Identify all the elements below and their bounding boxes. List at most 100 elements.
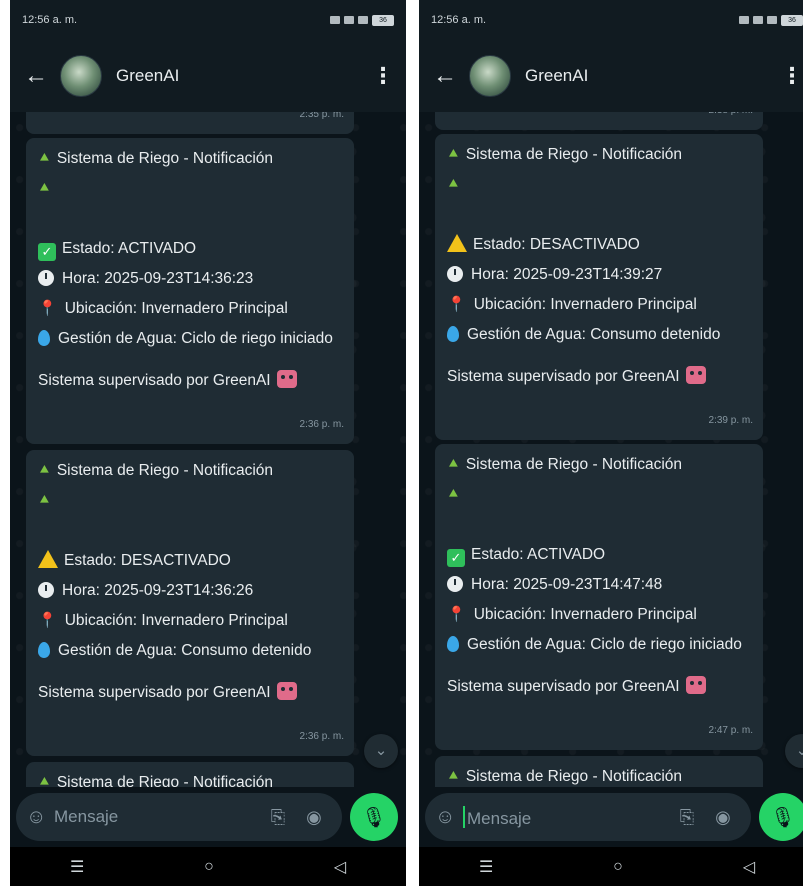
- message-location: 📍 Ubicación: Invernadero Principal: [447, 606, 697, 623]
- paperclip-icon[interactable]: ⎘: [669, 807, 705, 828]
- message-bubble[interactable]: ⯅ Sistema de Riego - Notificación ⯅ Estad…: [26, 450, 354, 756]
- mic-icon: 🎙: [770, 806, 796, 829]
- chevrons-down-icon: ⌄: [795, 742, 803, 759]
- clock-icon: [38, 270, 54, 286]
- notification-icon: [330, 16, 340, 24]
- message-time: 2:47 p. m.: [708, 725, 753, 736]
- sticker-icon[interactable]: ☺: [26, 806, 54, 829]
- plant-icon: ⯅: [38, 774, 51, 787]
- message-title: ⯅ Sistema de Riego - Notificación: [447, 146, 683, 163]
- chat-header: ← GreenAI ⋮: [419, 40, 803, 112]
- message-hour: Hora: 2025-09-23T14:47:48: [447, 570, 751, 600]
- message-title: ⯅ Sistema de Riego - Notificación: [38, 462, 274, 479]
- chevrons-down-icon: ⌄: [374, 742, 388, 759]
- status-bar: 12:56 a. m. 36: [10, 0, 406, 40]
- message-location: 📍 Ubicación: Invernadero Principal: [38, 612, 288, 629]
- message-input-bar: ☺ Mensaje ⎘ ◉: [425, 793, 751, 841]
- scroll-to-bottom-button[interactable]: ⌄: [364, 734, 398, 768]
- message-bubble[interactable]: ⯅ Sistema de Riego - Notificación ⯅ Estad…: [435, 134, 763, 440]
- message-title: ⯅ Sistema de Riego - Notificación: [38, 768, 342, 787]
- plant-icon: ⯅: [447, 146, 460, 163]
- pin-icon: 📍: [38, 300, 57, 317]
- message-water: Gestión de Agua: Ciclo de riego iniciado: [38, 326, 342, 351]
- contact-avatar[interactable]: [469, 55, 511, 97]
- plant-icon: ⯅: [447, 768, 460, 785]
- warning-icon: [38, 550, 58, 568]
- back-nav-icon[interactable]: ◁: [334, 857, 346, 877]
- composer: ☺ Mensaje ⎘ ◉ 🎙: [419, 787, 803, 847]
- pin-icon: 📍: [38, 612, 57, 629]
- message-title: ⯅ Sistema de Riego - Notificación: [38, 150, 274, 167]
- clock-icon: [38, 582, 54, 598]
- status-time: 12:56 a. m.: [431, 14, 487, 26]
- robot-icon: [276, 370, 297, 388]
- contact-name[interactable]: GreenAI: [116, 66, 372, 86]
- recents-nav-icon[interactable]: ☰: [479, 857, 493, 877]
- robot-icon: [685, 366, 706, 384]
- status-icons: 36: [330, 14, 394, 26]
- plant-icon: ⯅: [38, 492, 51, 509]
- composer: ☺ Mensaje ⎘ ◉ 🎙: [10, 787, 406, 847]
- message-input[interactable]: Mensaje: [54, 807, 260, 827]
- message-footer: Sistema supervisado por GreenAI: [447, 672, 751, 702]
- phone-screen-right: 12:56 a. m. 36 ← GreenAI ⋮ 2:38 p. m. ⯅S…: [419, 0, 803, 886]
- text-cursor: [463, 805, 465, 828]
- water-drop-icon: [38, 330, 50, 346]
- message-time: 2:38 p. m.: [709, 112, 753, 126]
- message-bubble[interactable]: ⯅ Sistema de Riego - Notificación ⯅ ✓ Esta…: [26, 138, 354, 444]
- chat-area[interactable]: 2:35 p. m. ⯅ Sistema de Riego - Notificac…: [10, 112, 406, 787]
- recents-nav-icon[interactable]: ☰: [70, 857, 84, 877]
- message-water: Gestión de Agua: Consumo detenido: [38, 638, 342, 663]
- message-bubble-partial-top: 2:38 p. m.: [435, 112, 763, 130]
- back-nav-icon[interactable]: ◁: [743, 857, 755, 877]
- camera-icon[interactable]: ◉: [705, 807, 741, 828]
- message-title: ⯅ Sistema de Riego - Notificación: [447, 456, 683, 473]
- message-bubble-partial[interactable]: ⯅ Sistema de Riego - Notificación: [26, 762, 354, 787]
- system-nav-bar: ☰ ○ ◁: [419, 847, 803, 886]
- sticker-icon[interactable]: ☺: [435, 806, 463, 829]
- message-time: 2:36 p. m.: [299, 419, 344, 430]
- message-title: ⯅ Sistema de Riego - Notificación: [447, 768, 683, 785]
- mic-button[interactable]: 🎙: [350, 793, 398, 841]
- plant-icon-row: ⯅: [38, 174, 342, 204]
- contact-avatar[interactable]: [60, 55, 102, 97]
- contact-name[interactable]: GreenAI: [525, 66, 781, 86]
- chat-header: ← GreenAI ⋮: [10, 40, 406, 112]
- message-state: Estado: DESACTIVADO: [38, 546, 342, 576]
- message-footer: Sistema supervisado por GreenAI: [38, 366, 342, 396]
- water-drop-icon: [38, 642, 50, 658]
- message-bubble-partial[interactable]: ⯅ Sistema de Riego - Notificación: [435, 756, 763, 787]
- mic-button[interactable]: 🎙: [759, 793, 803, 841]
- mic-icon: 🎙: [361, 806, 387, 829]
- check-icon: ✓: [38, 243, 56, 261]
- chat-area[interactable]: 2:38 p. m. ⯅Sistema de Riego - Notificac…: [419, 112, 803, 787]
- wifi-icon: [767, 16, 777, 24]
- message-water: Gestión de Agua: Ciclo de riego iniciado: [447, 632, 751, 657]
- robot-icon: [276, 682, 297, 700]
- warning-icon: [447, 234, 467, 252]
- home-nav-icon[interactable]: ○: [204, 858, 214, 876]
- camera-icon[interactable]: ◉: [296, 807, 332, 828]
- back-arrow-icon[interactable]: ←: [24, 62, 54, 90]
- message-location: 📍 Ubicación: Invernadero Principal: [447, 296, 697, 313]
- message-location: 📍 Ubicación: Invernadero Principal: [38, 300, 288, 317]
- plant-icon-row: ⯅: [447, 170, 751, 200]
- plant-icon: ⯅: [447, 176, 460, 193]
- scroll-to-bottom-button[interactable]: ⌄: [785, 734, 803, 768]
- message-input[interactable]: Mensaje: [463, 805, 669, 829]
- plant-icon: ⯅: [38, 150, 51, 167]
- message-time: 2:39 p. m.: [708, 415, 753, 426]
- back-arrow-icon[interactable]: ←: [433, 62, 463, 90]
- message-hour: Hora: 2025-09-23T14:36:23: [38, 264, 342, 294]
- notification-icon: [739, 16, 749, 24]
- clock-icon: [447, 576, 463, 592]
- battery-icon: 36: [781, 14, 803, 26]
- plant-icon: ⯅: [38, 180, 51, 197]
- paperclip-icon[interactable]: ⎘: [260, 807, 296, 828]
- pin-icon: 📍: [447, 296, 466, 313]
- message-bubble[interactable]: ⯅ Sistema de Riego - Notificación ⯅ ✓ Esta…: [435, 444, 763, 750]
- signal-icon: [753, 16, 763, 24]
- home-nav-icon[interactable]: ○: [613, 858, 623, 876]
- more-options-icon[interactable]: ⋮: [372, 63, 394, 89]
- more-options-icon[interactable]: ⋮: [781, 63, 803, 89]
